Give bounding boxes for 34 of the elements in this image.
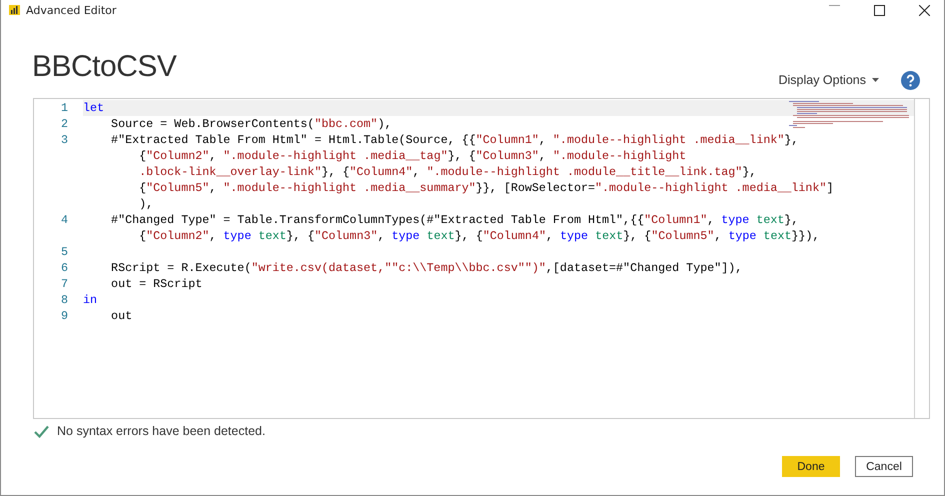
line-number: 9 <box>60 308 69 324</box>
maximize-icon[interactable] <box>874 4 885 16</box>
code-line: {"Column2", type text}, {"Column3", type text}, {"Column4", type text}, {"Column5", type text}}), <box>138 228 821 244</box>
code-editor[interactable] <box>33 98 930 419</box>
code-line: #"Extracted Table From Html" = Html.Table(Source, {{"Column1", ".module--highlight .media__link"}, <box>110 132 800 148</box>
line-number: 8 <box>60 292 69 308</box>
help-icon[interactable] <box>901 71 920 90</box>
line-number: 6 <box>60 260 69 276</box>
line-number: 2 <box>60 116 69 132</box>
window-title: Advanced Editor <box>26 4 116 16</box>
code-line: #"Changed Type" = Table.TransformColumnTypes(#"Extracted Table From Html",{{"Column1", type text}, <box>110 212 800 228</box>
checkmark-icon <box>34 424 49 438</box>
code-line: in <box>83 292 98 308</box>
query-title: BBCtoCSV <box>32 50 176 84</box>
code-line: Source = Web.BrowserContents("bbc.com"), <box>110 116 393 132</box>
line-number: 5 <box>60 244 69 260</box>
line-number: 1 <box>60 100 69 116</box>
close-icon[interactable] <box>919 4 930 16</box>
caret-icon <box>872 78 879 82</box>
code-line: RScript = R.Execute("write.csv(dataset,""c:\\Temp\\bbc.csv"")",[dataset=#"Changed Type"]), <box>110 260 744 276</box>
cancel-button[interactable]: Cancel <box>855 456 913 477</box>
code-line: out = RScript <box>110 276 204 292</box>
done-button[interactable]: Done <box>782 456 840 477</box>
code-line: {"Column5", ".module--highlight .media__summary"}}, [RowSelector=".module--highlight .media__link"] <box>138 180 834 196</box>
code-line: {"Column2", ".module--highlight .media__tag"}, {"Column3", ".module--highlight <box>138 148 688 164</box>
line-number: 7 <box>60 276 69 292</box>
status-message: No syntax errors have been detected. <box>57 424 266 438</box>
code-line: .block-link__overlay-link"}, {"Column4", ".module--highlight .module__title__link.tag"}, <box>138 164 758 180</box>
line-number: 3 <box>60 132 69 148</box>
app-logo-icon <box>9 5 20 15</box>
line-number: 4 <box>60 212 69 228</box>
display-options-dropdown[interactable]: Display Options <box>778 73 879 87</box>
code-line: ), <box>138 196 154 212</box>
code-line: out <box>110 308 134 324</box>
